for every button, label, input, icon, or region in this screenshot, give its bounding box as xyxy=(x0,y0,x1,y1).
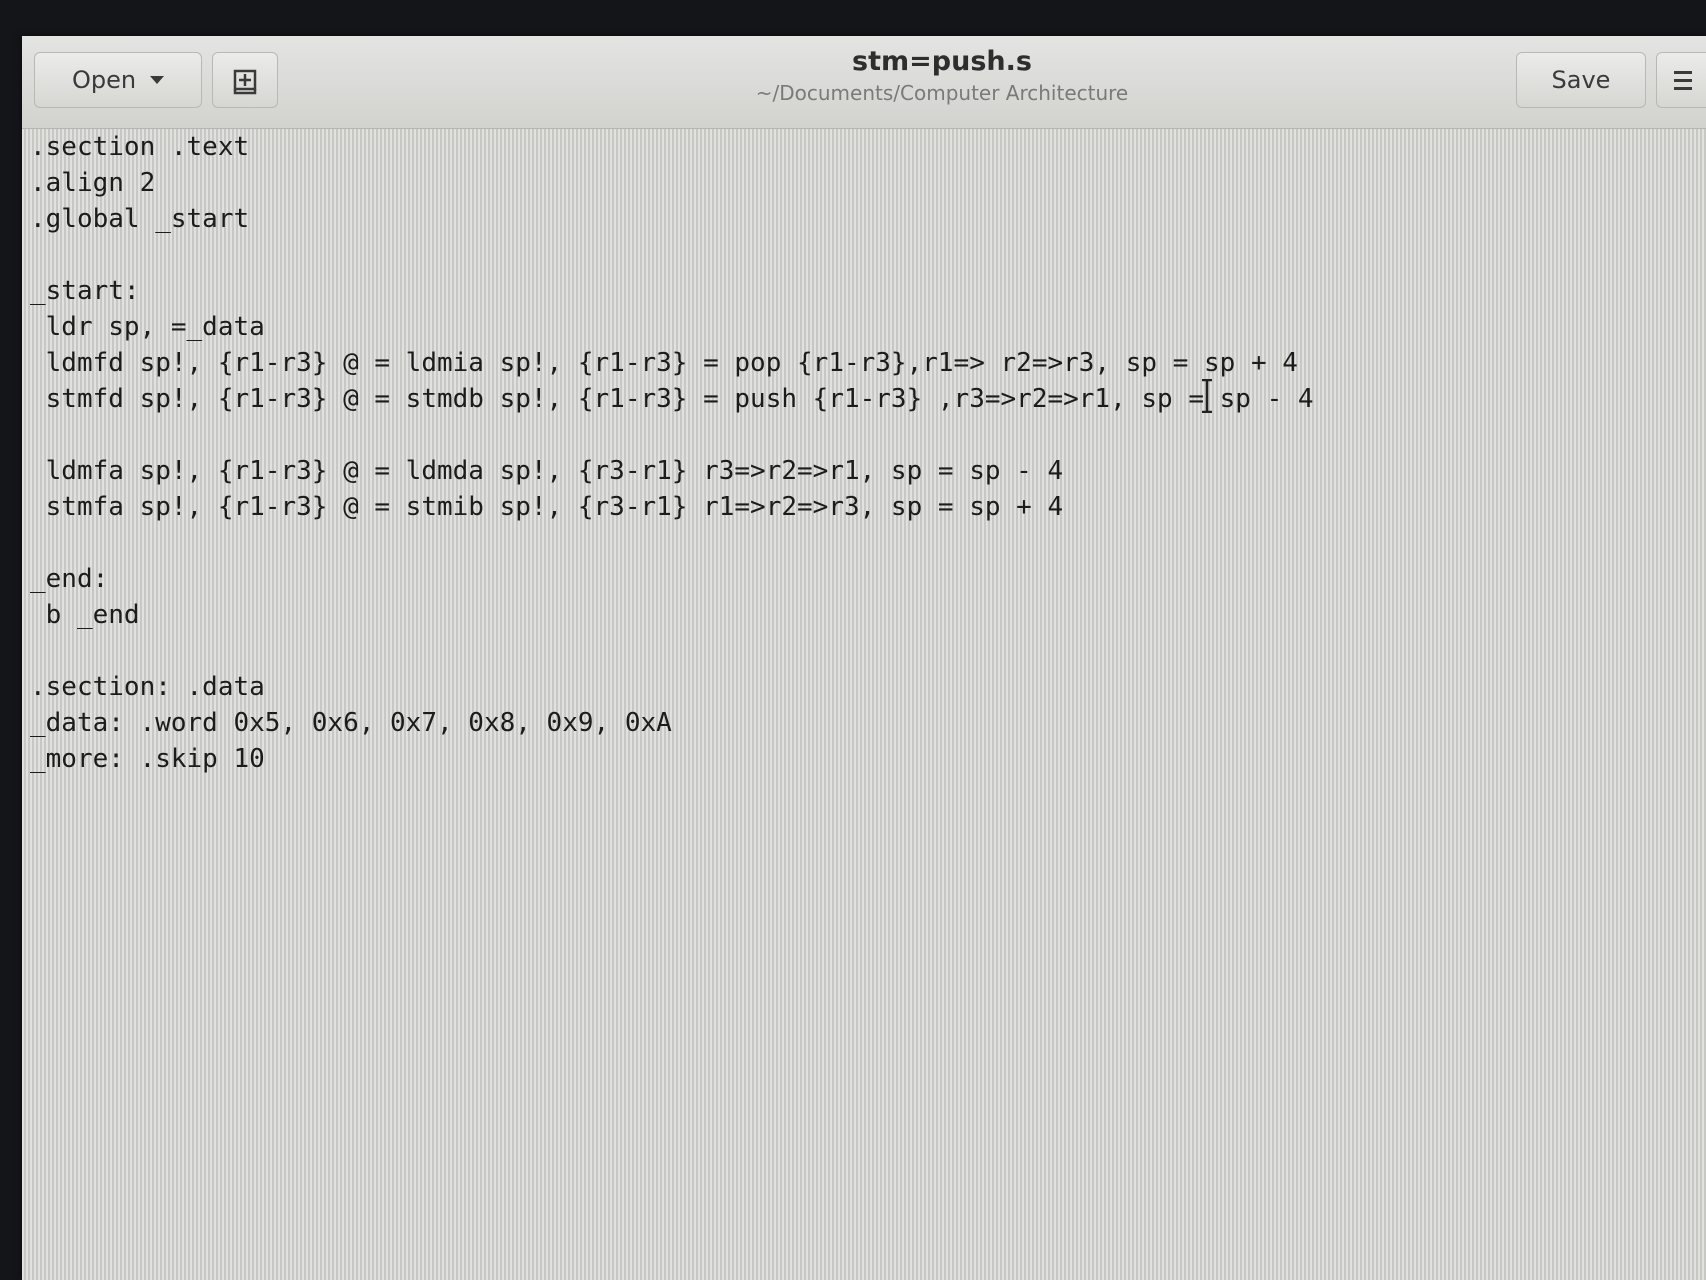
save-button[interactable]: Save xyxy=(1516,52,1646,108)
menu-button[interactable] xyxy=(1656,52,1706,108)
window-title-block: stm=push.s ~/Documents/Computer Architec… xyxy=(582,44,1302,106)
hamburger-menu-icon xyxy=(1673,70,1692,90)
code-line: _more: .skip 10 xyxy=(30,744,265,774)
code-line: .global _start xyxy=(30,204,250,234)
new-document-icon xyxy=(233,69,257,95)
header-bar: Open stm=push.s ~/Documents/Computer Arc… xyxy=(22,36,1706,129)
open-button[interactable]: Open xyxy=(34,52,202,108)
code-text: .section .text .align 2 .global _start _sta… xyxy=(30,129,1314,777)
document-title: stm=push.s xyxy=(852,46,1032,77)
code-line: ldr sp, =_data xyxy=(30,312,265,342)
code-line: _data: .word 0x5, 0x6, 0x7, 0x8, 0x9, 0x… xyxy=(30,708,672,738)
code-line: ldmfd sp!, {r1-r3} @ = ldmia sp!, {r1-r3… xyxy=(30,348,1298,378)
code-line: stmfd sp!, {r1-r3} @ = stmdb sp!, {r1-r3… xyxy=(30,384,1314,414)
code-line: stmfa sp!, {r1-r3} @ = stmib sp!, {r3-r1… xyxy=(30,492,1064,522)
new-document-button[interactable] xyxy=(212,52,278,108)
code-line: .section: .data xyxy=(30,672,265,702)
code-line: b _end xyxy=(30,600,140,630)
code-line: ldmfa sp!, {r1-r3} @ = ldmda sp!, {r3-r1… xyxy=(30,456,1064,486)
code-line: _end: xyxy=(30,564,109,594)
code-line: _start: xyxy=(30,276,140,306)
document-path: ~/Documents/Computer Architecture xyxy=(755,81,1129,105)
open-button-label: Open xyxy=(71,66,137,94)
text-cursor-icon xyxy=(1202,379,1212,413)
gedit-window: Open stm=push.s ~/Documents/Computer Arc… xyxy=(22,36,1706,1280)
chevron-down-icon xyxy=(150,76,165,84)
save-button-label: Save xyxy=(1551,66,1611,94)
text-editor-area[interactable]: .section .text .align 2 .global _start _sta… xyxy=(22,129,1706,1280)
code-line: .section .text xyxy=(30,132,250,162)
code-line: .align 2 xyxy=(30,168,156,198)
